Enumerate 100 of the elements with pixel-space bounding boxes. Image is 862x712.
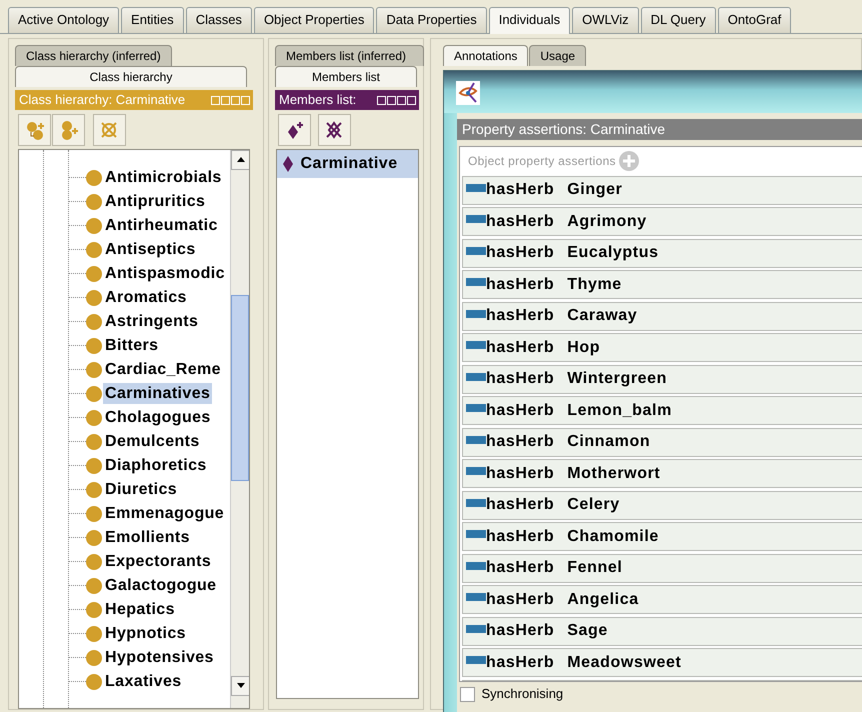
add-sibling-button[interactable] — [52, 114, 86, 146]
tree-item[interactable]: Cardiac_Reme — [103, 359, 223, 380]
assertion-row[interactable]: hasHerb Lemon_balm — [462, 396, 862, 425]
tab[interactable]: Data Properties — [376, 7, 487, 33]
property-name: hasHerb — [486, 590, 554, 610]
tree-item[interactable]: Laxatives — [103, 671, 184, 692]
tab[interactable]: DL Query — [640, 7, 716, 33]
property-icon — [466, 624, 486, 632]
list-item[interactable]: Carminative — [277, 150, 418, 178]
assertion-row[interactable]: hasHerb Cinnamon — [462, 428, 862, 456]
assertion-row[interactable]: hasHerb Meadowsweet — [462, 648, 862, 677]
class-icon — [86, 242, 102, 258]
individual-name: Eucalyptus — [567, 243, 659, 263]
tab[interactable]: Class hierarchy (inferred) — [15, 45, 172, 66]
tab[interactable]: Annotations — [443, 45, 528, 66]
up-arrow-icon — [236, 156, 246, 164]
tab[interactable]: Entities — [121, 7, 184, 33]
scrollbar[interactable] — [230, 150, 249, 708]
individual-name: Angelica — [567, 590, 639, 610]
class-icon — [86, 218, 102, 234]
tree-item[interactable]: Carminatives — [103, 383, 212, 404]
class-icon — [86, 170, 102, 186]
tab[interactable]: Object Properties — [254, 7, 374, 33]
individual-name: Meadowsweet — [567, 652, 682, 672]
individual-name: Sage — [567, 621, 608, 641]
tree-item[interactable]: Antirheumatic — [103, 215, 220, 236]
property-name: hasHerb — [486, 243, 554, 263]
panel-title: Members list: — [279, 91, 356, 110]
tree-item[interactable]: Emollients — [103, 527, 192, 548]
tree-item[interactable]: Diuretics — [103, 479, 180, 500]
tree-item[interactable]: Cholagogues — [103, 407, 213, 428]
assertion-row[interactable]: hasHerb Hop — [462, 333, 862, 362]
delete-individual-button[interactable] — [318, 114, 351, 146]
tree-item[interactable]: Emmenagogue — [103, 503, 226, 524]
class-icon — [86, 530, 102, 546]
add-individual-button[interactable] — [278, 114, 312, 146]
property-icon — [466, 341, 486, 349]
individual-icon — [282, 154, 294, 173]
property-name: hasHerb — [486, 212, 554, 232]
tree-item[interactable]: Diaphoretics — [103, 455, 209, 476]
tree-item[interactable]: Antimicrobials — [103, 167, 224, 188]
assertion-row[interactable]: hasHerb Wintergreen — [462, 364, 862, 394]
class-icon — [86, 506, 102, 522]
property-icon — [466, 404, 486, 412]
tab[interactable]: OntoGraf — [718, 7, 792, 33]
tab[interactable]: Classes — [186, 7, 252, 33]
assertion-row[interactable]: hasHerb Thyme — [462, 270, 862, 299]
scroll-down-button[interactable] — [231, 676, 249, 696]
tree-item[interactable]: Hypotensives — [103, 647, 216, 668]
class-icon — [86, 410, 102, 426]
tree-item[interactable]: Hepatics — [103, 599, 177, 620]
property-name: hasHerb — [486, 306, 554, 326]
tree-item[interactable]: Antipruritics — [103, 191, 208, 212]
assertion-row[interactable]: hasHerb Agrimony — [462, 207, 862, 236]
assertion-row[interactable]: hasHerb Motherwort — [462, 459, 862, 488]
property-icon — [466, 372, 486, 380]
individual-name: Wintergreen — [567, 369, 668, 389]
delete-icon — [324, 120, 344, 140]
property-name: hasHerb — [486, 526, 554, 546]
property-icon — [466, 656, 486, 664]
tab[interactable]: OWLViz — [572, 7, 639, 33]
tree-item[interactable]: Demulcents — [103, 431, 202, 452]
tab[interactable]: Usage — [529, 45, 586, 66]
property-name: hasHerb — [486, 495, 554, 515]
tree-item[interactable]: Aromatics — [103, 287, 189, 308]
property-name: hasHerb — [486, 621, 554, 641]
class-icon — [86, 194, 102, 210]
assertion-row[interactable]: hasHerb Fennel — [462, 554, 862, 582]
tree-item[interactable]: Antispasmodic — [103, 263, 227, 284]
scrollbar-thumb[interactable] — [231, 294, 249, 481]
tab[interactable]: Active Ontology — [8, 7, 120, 33]
assertion-row[interactable]: hasHerb Sage — [462, 616, 862, 646]
section-title: Property assertions: Carminative — [457, 119, 862, 140]
assertion-row[interactable]: hasHerb Angelica — [462, 585, 862, 614]
tree-item[interactable]: Galactogogue — [103, 575, 218, 596]
add-icon[interactable] — [619, 151, 640, 171]
tab[interactable]: Members list — [275, 66, 417, 87]
assertion-row[interactable]: hasHerb Chamomile — [462, 522, 862, 551]
delete-button[interactable] — [92, 114, 126, 146]
individual-name: Fennel — [567, 558, 622, 578]
tree-item[interactable]: Hypnotics — [103, 623, 188, 644]
tab[interactable]: Individuals — [488, 7, 570, 34]
add-subclass-button[interactable] — [18, 114, 52, 146]
assertion-row[interactable]: hasHerb Eucalyptus — [462, 238, 862, 268]
tree-item[interactable]: Expectorants — [103, 551, 214, 572]
scroll-up-button[interactable] — [231, 150, 249, 170]
property-icon — [466, 562, 486, 570]
assertion-row[interactable]: hasHerb Celery — [462, 490, 862, 520]
tree-item[interactable]: Astringents — [103, 311, 200, 332]
assertion-row[interactable]: hasHerb Caraway — [462, 302, 862, 330]
tab[interactable]: Class hierarchy — [15, 66, 247, 87]
checkbox[interactable] — [460, 686, 475, 702]
tree-item[interactable]: Antiseptics — [103, 239, 198, 260]
assertion-row[interactable]: hasHerb Ginger — [462, 176, 862, 204]
property-icon — [466, 530, 486, 538]
tab[interactable]: Members list (inferred) — [275, 45, 424, 66]
individual-name: Celery — [567, 495, 620, 515]
class-icon — [86, 314, 102, 330]
property-icon — [466, 467, 486, 475]
tree-item[interactable]: Bitters — [103, 335, 160, 356]
